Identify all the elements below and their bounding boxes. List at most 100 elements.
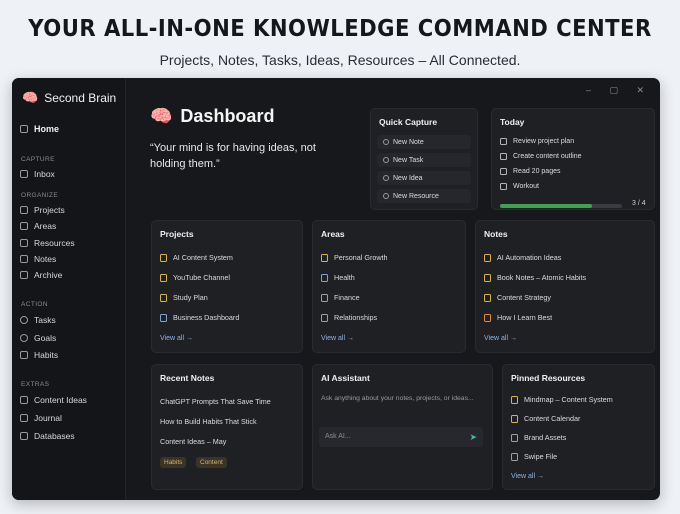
target-icon: [20, 334, 28, 342]
new-note-button[interactable]: New Note: [377, 135, 471, 149]
sidebar-item-label: Tasks: [34, 315, 56, 325]
brand[interactable]: 🧠 Second Brain: [22, 90, 116, 106]
sidebar-item-label: Journal: [34, 413, 62, 423]
item-label: AI Automation Ideas: [497, 253, 562, 262]
project-item[interactable]: Business Dashboard: [160, 313, 239, 322]
area-item[interactable]: Finance: [321, 293, 360, 302]
item-label: Mindmap – Content System: [524, 395, 613, 404]
sidebar-item-databases[interactable]: Databases: [20, 431, 75, 441]
folder-icon: [160, 293, 167, 302]
sidebar-item-inbox[interactable]: Inbox: [20, 169, 55, 179]
new-idea-button[interactable]: New Idea: [377, 171, 471, 185]
project-item[interactable]: Study Plan: [160, 293, 208, 302]
todo-item[interactable]: Workout: [500, 183, 539, 190]
projects-card: Projects AI Content System YouTube Chann…: [151, 220, 303, 353]
sidebar-item-projects[interactable]: Projects: [20, 205, 65, 215]
hero-subtitle: Projects, Notes, Tasks, Ideas, Resources…: [159, 52, 521, 68]
todo-item[interactable]: Review project plan: [500, 138, 574, 145]
sidebar-item-label: Databases: [34, 431, 75, 441]
ai-description: Ask anything about your notes, projects,…: [321, 395, 474, 402]
todo-item[interactable]: Create content outline: [500, 153, 582, 160]
sidebar-item-label: Areas: [34, 221, 57, 231]
project-item[interactable]: YouTube Channel: [160, 273, 230, 282]
quote: “Your mind is for having ideas, not hold…: [150, 142, 316, 170]
section-capture: CAPTURE: [21, 156, 55, 163]
sidebar-item-habits[interactable]: Habits: [20, 350, 58, 360]
todo-item[interactable]: Read 20 pages: [500, 168, 560, 175]
todo-label: Create content outline: [513, 153, 582, 160]
button-label: New Task: [393, 156, 424, 164]
sidebar-item-label: Habits: [34, 350, 59, 360]
sidebar-item-tasks[interactable]: Tasks: [20, 315, 56, 325]
sidebar-item-archive[interactable]: Archive: [20, 270, 62, 280]
note-item[interactable]: How I Learn Best: [484, 313, 552, 322]
sidebar-item-resources[interactable]: Resources: [20, 238, 75, 248]
ask-ai-input[interactable]: Ask AI... ➤: [319, 427, 483, 447]
new-task-button[interactable]: New Task: [377, 153, 471, 167]
item-label: YouTube Channel: [173, 273, 231, 282]
resource-item[interactable]: Content Calendar: [511, 414, 580, 423]
item-label: AI Content System: [173, 253, 233, 262]
folder-icon: [20, 206, 28, 214]
item-label: Swipe File: [524, 452, 558, 461]
resource-item[interactable]: Mindmap – Content System: [511, 395, 613, 404]
areas-card: Areas Personal Growth Health Finance Rel…: [312, 220, 466, 353]
area-item[interactable]: Health: [321, 273, 355, 282]
tag-badge[interactable]: Habits: [160, 457, 187, 468]
plus-icon: [383, 139, 389, 145]
checkbox-icon[interactable]: [500, 153, 507, 160]
sidebar-item-notes[interactable]: Notes: [20, 254, 56, 264]
note-item[interactable]: Content Strategy: [484, 293, 551, 302]
recent-note-item[interactable]: How to Build Habits That Stick: [160, 417, 257, 426]
card-title: Recent Notes: [160, 373, 215, 383]
notes-view-all-link[interactable]: View all →: [484, 335, 517, 342]
resource-item[interactable]: Brand Assets: [511, 433, 566, 442]
item-label: How I Learn Best: [497, 313, 553, 322]
areas-view-all-link[interactable]: View all →: [321, 335, 354, 342]
note-icon: [484, 313, 491, 322]
note-item[interactable]: Book Notes – Atomic Habits: [484, 273, 586, 282]
sidebar-item-journal[interactable]: Journal: [20, 413, 62, 423]
note-item[interactable]: AI Automation Ideas: [484, 253, 561, 262]
brain-icon: 🧠: [150, 106, 173, 126]
inbox-icon: [20, 170, 28, 178]
plus-icon: [383, 193, 389, 199]
item-label: Business Dashboard: [173, 313, 240, 322]
section-organize: ORGANIZE: [21, 192, 59, 199]
plus-icon: [383, 175, 389, 181]
checkbox-icon[interactable]: [500, 183, 507, 190]
area-item[interactable]: Relationships: [321, 313, 377, 322]
card-title: Today: [500, 117, 525, 127]
area-icon: [321, 313, 328, 322]
sidebar-item-label: Archive: [34, 270, 63, 280]
sidebar-item-content-ideas[interactable]: Content Ideas: [20, 395, 87, 405]
sidebar-item-label: Goals: [34, 333, 57, 343]
resources-view-all-link[interactable]: View all →: [511, 473, 544, 480]
resource-item[interactable]: Swipe File: [511, 452, 557, 461]
item-label: Brand Assets: [524, 433, 567, 442]
tag-badge[interactable]: Content: [196, 457, 227, 468]
todo-label: Review project plan: [513, 138, 575, 145]
project-item[interactable]: AI Content System: [160, 253, 233, 262]
sidebar: 🧠 Second Brain Home CAPTURE Inbox ORGANI…: [12, 78, 126, 500]
sidebar-item-areas[interactable]: Areas: [20, 221, 56, 231]
checkbox-icon[interactable]: [500, 138, 507, 145]
area-icon: [321, 253, 328, 262]
resource-icon: [511, 452, 518, 461]
recent-note-item[interactable]: Content Ideas – May: [160, 437, 226, 446]
resource-icon: [511, 433, 518, 442]
send-icon[interactable]: ➤: [469, 432, 477, 443]
folder-icon: [160, 253, 167, 262]
sidebar-item-label: Inbox: [34, 169, 55, 179]
projects-view-all-link[interactable]: View all →: [160, 335, 193, 342]
quick-capture-card: Quick Capture New Note New Task New Idea…: [370, 108, 478, 210]
checkbox-icon[interactable]: [500, 168, 507, 175]
area-item[interactable]: Personal Growth: [321, 253, 388, 262]
item-label: Health: [334, 273, 355, 282]
recent-note-item[interactable]: ChatGPT Prompts That Save Time: [160, 397, 271, 406]
sidebar-item-goals[interactable]: Goals: [20, 333, 56, 343]
home-icon: [20, 125, 28, 133]
new-resource-button[interactable]: New Resource: [377, 189, 471, 203]
item-label: Relationships: [334, 313, 378, 322]
sidebar-item-home[interactable]: Home: [20, 124, 59, 134]
